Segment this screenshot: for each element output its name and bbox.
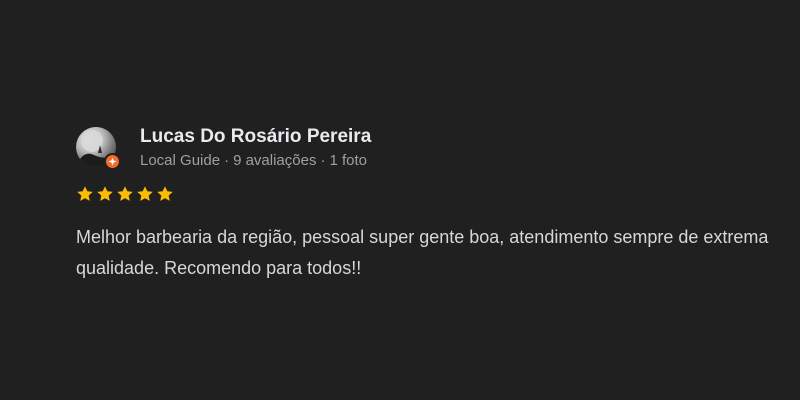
review-card: Lucas Do Rosário Pereira Local Guide · 9 a… bbox=[0, 0, 800, 400]
review-count: 9 avaliações bbox=[233, 152, 317, 169]
review-text: Melhor barbearia da região, pessoal supe… bbox=[76, 227, 769, 278]
photo-count: 1 foto bbox=[329, 152, 367, 169]
star-icon bbox=[97, 186, 113, 201]
star-icon bbox=[77, 186, 93, 201]
star-icon bbox=[117, 186, 133, 201]
meta-separator: · bbox=[224, 152, 230, 169]
reviewer-role: Local Guide bbox=[140, 152, 221, 169]
reviewer-avatar[interactable] bbox=[76, 127, 121, 171]
reviewer-meta: Local Guide · 9 avaliações · 1 foto bbox=[140, 152, 367, 169]
meta-separator: · bbox=[320, 152, 326, 169]
local-guide-badge-icon bbox=[104, 153, 121, 170]
star-icon bbox=[137, 186, 153, 201]
star-rating bbox=[76, 185, 174, 203]
star-icon bbox=[157, 186, 173, 201]
reviewer-name[interactable]: Lucas Do Rosário Pereira bbox=[140, 126, 371, 148]
